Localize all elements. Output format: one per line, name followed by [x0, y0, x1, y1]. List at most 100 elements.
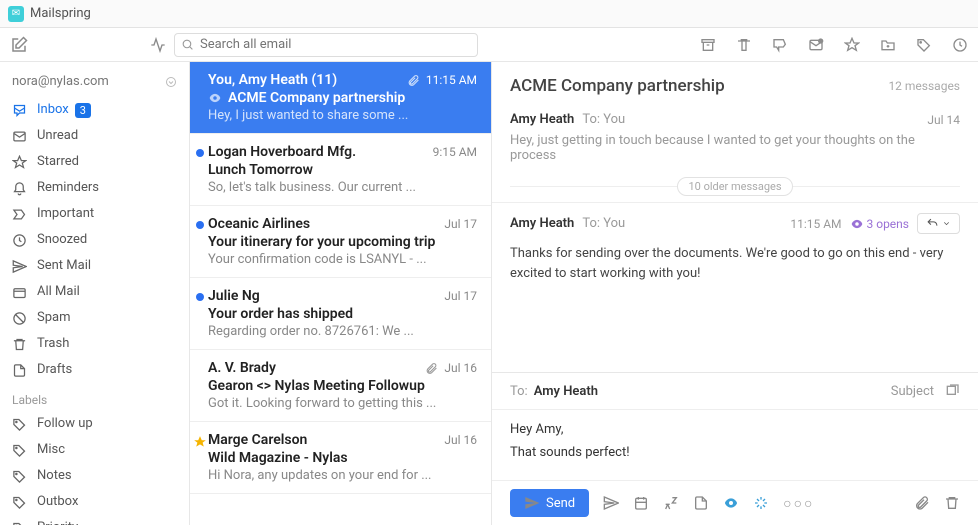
- reader-pane: ACME Company partnership 12 messages Amy…: [492, 62, 978, 525]
- subject-placeholder[interactable]: Subject: [891, 384, 934, 399]
- composer-body[interactable]: Hey Amy, That sounds perfect!: [492, 410, 978, 480]
- open-tracking[interactable]: 3 opens: [850, 217, 910, 231]
- sidebar-item-label: Starred: [37, 153, 79, 171]
- sidebar-item-label: Unread: [37, 127, 78, 145]
- thread-item[interactable]: You, Amy Heath (11)11:15 AMACME Company …: [190, 62, 491, 134]
- label-item[interactable]: Misc: [0, 437, 189, 463]
- label-name: Outbox: [37, 493, 78, 511]
- sidebar-item-label: Drafts: [37, 361, 72, 379]
- label-item[interactable]: Outbox: [0, 489, 189, 515]
- recipient: To: You: [582, 216, 625, 231]
- unread-icon: [12, 129, 27, 144]
- thread-subject: Your order has shipped: [208, 306, 477, 322]
- sidebar-item-sent[interactable]: Sent Mail: [0, 253, 189, 279]
- label-name: Notes: [37, 467, 72, 485]
- thread-item[interactable]: A. V. BradyJul 16Gearon <> Nylas Meeting…: [190, 350, 491, 422]
- thread-from: Oceanic Airlines: [208, 216, 310, 232]
- sidebar-item-unread[interactable]: Unread: [0, 123, 189, 149]
- link-tracking-icon[interactable]: [753, 495, 769, 511]
- thread-time: 9:15 AM: [433, 145, 477, 159]
- spam-icon: [12, 311, 27, 326]
- star-icon[interactable]: [844, 37, 860, 53]
- tag-icon: [12, 521, 27, 525]
- search-field[interactable]: [200, 37, 471, 52]
- thread-item[interactable]: Julie NgJul 17Your order has shippedRega…: [190, 278, 491, 350]
- sender: Amy Heath: [510, 112, 574, 127]
- thread-snippet: Got it. Looking forward to getting this …: [208, 396, 477, 411]
- sidebar-item-starred[interactable]: Starred: [0, 149, 189, 175]
- sidebar-item-spam[interactable]: Spam: [0, 305, 189, 331]
- sidebar-item-inbox[interactable]: Inbox 3: [0, 97, 189, 123]
- attachment-icon: [407, 74, 420, 87]
- to-recipient[interactable]: Amy Heath: [534, 384, 598, 399]
- reminders-icon: [12, 181, 27, 196]
- sidebar-item-label: Snoozed: [37, 231, 87, 249]
- sidebar-item-reminders[interactable]: Reminders: [0, 175, 189, 201]
- label-item[interactable]: Priority: [0, 515, 189, 525]
- to-label: To:: [510, 384, 528, 399]
- composer-toolbar: Send ○○○: [492, 480, 978, 525]
- reply-button[interactable]: [917, 213, 960, 234]
- attachment-icon[interactable]: [914, 495, 930, 511]
- thread-from: Logan Hoverboard Mfg.: [208, 144, 356, 160]
- thread-time: Jul 17: [444, 289, 477, 303]
- account-row[interactable]: nora@nylas.com: [0, 70, 189, 97]
- recipient: To: You: [582, 112, 625, 127]
- sidebar-item-snoozed[interactable]: Snoozed: [0, 227, 189, 253]
- thread-subject: Wild Magazine - Nylas: [208, 450, 477, 466]
- drafts-icon: [12, 363, 27, 378]
- archive-icon[interactable]: [700, 37, 716, 53]
- message-time: 11:15 AM: [790, 217, 841, 231]
- search-input[interactable]: [174, 33, 478, 57]
- activity-icon[interactable]: [150, 37, 166, 53]
- label-name: Follow up: [37, 415, 93, 433]
- toolbar: [0, 28, 978, 62]
- sidebar-item-label: Important: [37, 205, 94, 223]
- thread-item[interactable]: Logan Hoverboard Mfg. 9:15 AM Lunch Tomorr…: [190, 134, 491, 206]
- app-name: Mailspring: [30, 6, 91, 21]
- sidebar-item-all[interactable]: All Mail: [0, 279, 189, 305]
- sidebar-item-important[interactable]: Important: [0, 201, 189, 227]
- thread-subject: Lunch Tomorrow: [208, 162, 477, 178]
- snooze-icon[interactable]: [952, 37, 968, 53]
- sidebar-item-trash[interactable]: Trash: [0, 331, 189, 357]
- thread-snippet: Hey, I just wanted to share some ...: [208, 108, 477, 123]
- templates-icon[interactable]: [693, 495, 709, 511]
- star-filled-icon: [193, 435, 207, 449]
- titlebar: ✉ Mailspring: [0, 0, 978, 28]
- sidebar-item-label: Spam: [37, 309, 71, 327]
- popout-icon[interactable]: [944, 383, 960, 399]
- send-button[interactable]: Send: [510, 489, 589, 517]
- compose-icon[interactable]: [10, 36, 28, 54]
- more-button[interactable]: ○○○: [783, 495, 814, 512]
- thread-time: 11:15 AM: [426, 73, 477, 87]
- thread-snippet: So, let's talk business. Our current ...: [208, 180, 477, 195]
- thread-item[interactable]: Oceanic AirlinesJul 17Your itinerary for…: [190, 206, 491, 278]
- sidebar: nora@nylas.com Inbox 3 Unread Starred Remind…: [0, 62, 190, 525]
- thumbs-down-icon[interactable]: [772, 37, 788, 53]
- send-later-icon[interactable]: [603, 495, 619, 511]
- sidebar-item-label: Trash: [37, 335, 69, 353]
- unread-badge: 3: [75, 103, 91, 118]
- sidebar-item-label: Inbox: [37, 101, 69, 119]
- composer: To: Amy Heath Subject Hey Amy, That soun…: [492, 372, 978, 525]
- folder-icon[interactable]: [880, 37, 896, 53]
- thread-item[interactable]: Marge CarelsonJul 16Wild Magazine - Nyla…: [190, 422, 491, 494]
- unread-dot: [196, 293, 204, 301]
- mark-unread-icon[interactable]: [808, 37, 824, 53]
- label-item[interactable]: Notes: [0, 463, 189, 489]
- message-collapsed[interactable]: Amy Heath To: You Jul 14 Hey, just getti…: [492, 104, 978, 171]
- trash-icon[interactable]: [736, 37, 752, 53]
- sidebar-item-label: Sent Mail: [37, 257, 91, 275]
- reminder-icon[interactable]: [633, 495, 649, 511]
- thread-subject: Gearon <> Nylas Meeting Followup: [208, 378, 477, 394]
- thread-subject: Your itinerary for your upcoming trip: [208, 234, 477, 250]
- translate-icon[interactable]: [663, 495, 679, 511]
- delete-draft-icon[interactable]: [944, 495, 960, 511]
- tracking-toggle-icon[interactable]: [723, 495, 739, 511]
- older-messages-divider[interactable]: 10 older messages: [510, 177, 960, 196]
- sidebar-item-drafts[interactable]: Drafts: [0, 357, 189, 383]
- message-count: 12 messages: [888, 79, 960, 93]
- tag-icon[interactable]: [916, 37, 932, 53]
- label-item[interactable]: Follow up: [0, 411, 189, 437]
